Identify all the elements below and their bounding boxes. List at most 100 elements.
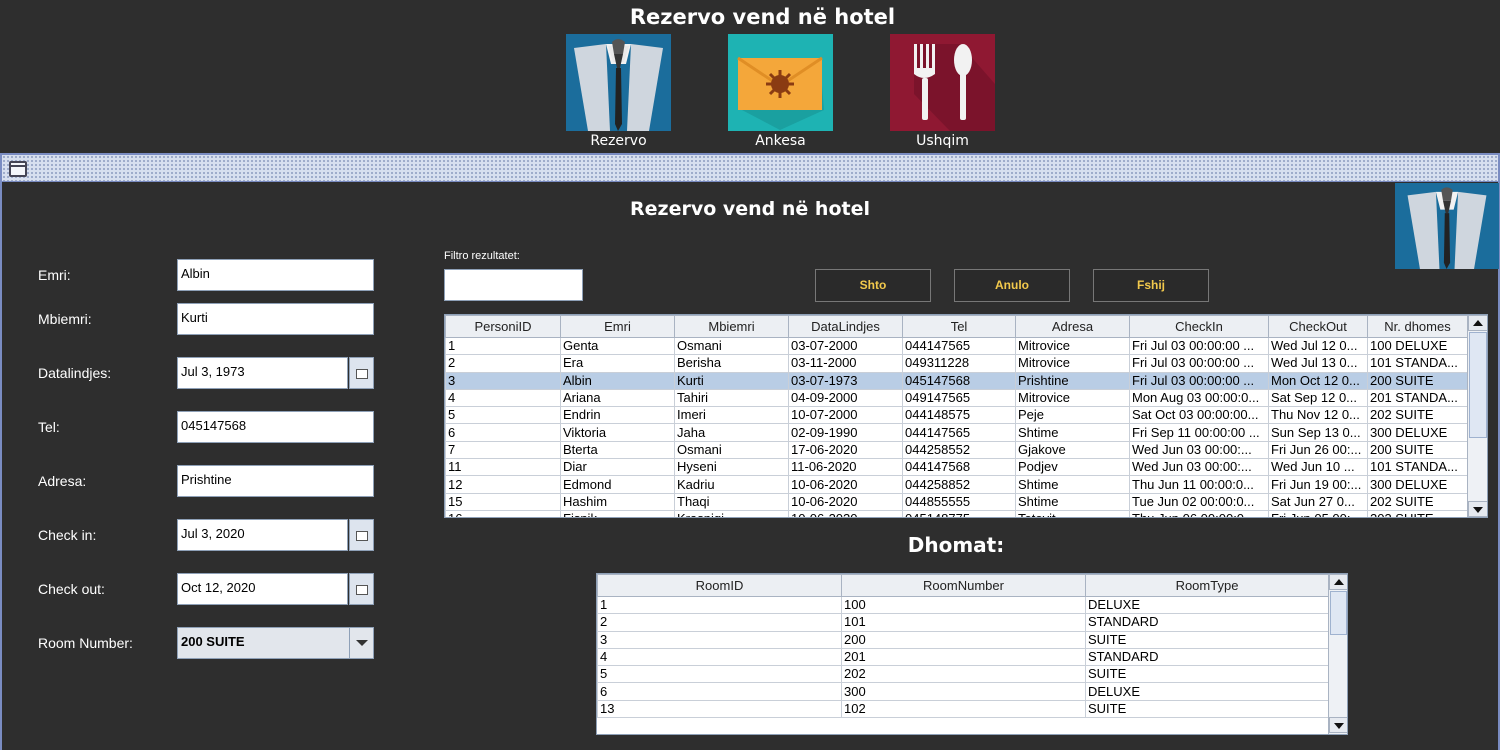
checkout-field[interactable]: Oct 12, 2020 xyxy=(177,573,348,605)
column-header[interactable]: PersoniID xyxy=(445,315,561,338)
table-row[interactable]: 12 Edmond Kadriu 10-06-2020 044258852 Shtime T… xyxy=(445,475,1468,494)
column-header[interactable]: Emri xyxy=(560,315,675,338)
table-cell: Tetovit xyxy=(1015,509,1130,517)
table-row[interactable]: 1 Genta Osmani 03-07-2000 044147565 Mitrovice… xyxy=(445,336,1468,356)
table-row[interactable]: 5 202 SUITE xyxy=(597,665,1329,684)
ushqim-tile[interactable] xyxy=(890,34,995,131)
table-cell: Mitrovice xyxy=(1015,336,1130,356)
table-row[interactable]: 3 Albin Kurti 03-07-1973 045147568 Prishtine F… xyxy=(445,371,1468,390)
scroll-thumb[interactable] xyxy=(1330,591,1347,635)
table-cell: 2 xyxy=(445,354,561,373)
table-cell: 10-07-2000 xyxy=(788,406,903,425)
table-cell: Fri Sep 11 00:00:00 ... xyxy=(1129,423,1269,442)
table-row[interactable]: 7 Bterta Osmani 17-06-2020 044258552 Gjakove W… xyxy=(445,440,1468,460)
table-row[interactable]: 15 Hashim Thaqi 10-06-2020 044855555 Shtime Tu… xyxy=(445,492,1468,511)
table-row[interactable]: 6 Viktoria Jaha 02-09-1990 044147565 Shtime Fr… xyxy=(445,423,1468,442)
column-header[interactable]: DataLindjes xyxy=(788,315,903,338)
column-header[interactable]: RoomID xyxy=(597,574,842,597)
table-row[interactable]: 11 Diar Hyseni 11-06-2020 044147568 Podjev Wed… xyxy=(445,458,1468,477)
table-cell: Shtime xyxy=(1015,492,1130,511)
column-header[interactable]: Adresa xyxy=(1015,315,1130,338)
column-header[interactable]: Nr. dhomes xyxy=(1367,315,1468,338)
table-row[interactable]: 16FisnikKrasniqi10-06-2020045148775Tetov… xyxy=(445,509,1468,517)
table-cell: Podjev xyxy=(1015,458,1130,477)
table-cell: 04-09-2000 xyxy=(788,388,903,408)
table-row[interactable]: 2 Era Berisha 03-11-2000 049311228 Mitrovice F… xyxy=(445,354,1468,373)
table-cell: 049147565 xyxy=(902,388,1016,408)
table-cell: Fri Jul 03 00:00:00 ... xyxy=(1129,354,1269,373)
table-cell: 11-06-2020 xyxy=(788,458,903,477)
table-row[interactable]: 2 101 STANDARD xyxy=(597,613,1329,632)
shto-button[interactable]: Shto xyxy=(815,269,931,302)
table-cell: 3 xyxy=(597,630,842,649)
table-row[interactable]: 4 201 STANDARD xyxy=(597,647,1329,667)
scroll-down-button[interactable] xyxy=(1468,501,1487,517)
datalindjes-calendar-button[interactable] xyxy=(349,357,374,389)
table-cell: Wed Jul 13 0... xyxy=(1268,354,1368,373)
table-cell: 4 xyxy=(597,647,842,667)
table-cell: 5 xyxy=(597,665,842,684)
column-header[interactable]: Mbiemri xyxy=(674,315,789,338)
guests-scrollbar[interactable] xyxy=(1467,315,1487,517)
table-row[interactable]: 4 Ariana Tahiri 04-09-2000 049147565 Mitrovic… xyxy=(445,388,1468,408)
column-header[interactable]: CheckIn xyxy=(1129,315,1269,338)
table-cell: 03-11-2000 xyxy=(788,354,903,373)
table-cell: Fri Jul 03 00:00:00 ... xyxy=(1129,371,1269,390)
anulo-button[interactable]: Anulo xyxy=(954,269,1070,302)
table-cell: Shtime xyxy=(1015,423,1130,442)
ankesa-tile[interactable] xyxy=(728,34,833,131)
table-cell: 044258552 xyxy=(902,440,1016,460)
table-cell: 300 DELUXE xyxy=(1367,423,1468,442)
column-header[interactable]: RoomNumber xyxy=(841,574,1086,597)
emri-label: Emri: xyxy=(38,267,71,283)
rooms-scrollbar[interactable] xyxy=(1328,574,1347,734)
table-row[interactable]: 5 Endrin Imeri 10-07-2000 044148575 Peje Sat O… xyxy=(445,406,1468,425)
table-cell: Wed Jul 12 0... xyxy=(1268,336,1368,356)
adresa-field[interactable]: Prishtine xyxy=(177,465,374,497)
filter-input[interactable] xyxy=(444,269,583,301)
table-row[interactable]: 1 100 DELUXE xyxy=(597,595,1329,615)
table-row[interactable]: 3 200 SUITE xyxy=(597,630,1329,649)
table-cell: Mon Aug 03 00:00:0... xyxy=(1129,388,1269,408)
column-header[interactable]: RoomType xyxy=(1085,574,1329,597)
table-cell: Edmond xyxy=(560,475,675,494)
frame-titlebar[interactable] xyxy=(2,155,1498,182)
room-number-select[interactable]: 200 SUITE xyxy=(177,627,374,659)
chevron-down-icon[interactable] xyxy=(349,628,373,658)
mbiemri-field[interactable]: Kurti xyxy=(177,303,374,335)
table-cell: Viktoria xyxy=(560,423,675,442)
emri-field[interactable]: Albin xyxy=(177,259,374,291)
table-cell: 02-09-1990 xyxy=(788,423,903,442)
table-cell: Tahiri xyxy=(674,388,789,408)
rezervo-tile[interactable] xyxy=(566,34,671,131)
table-cell: STANDARD xyxy=(1085,613,1329,632)
datalindjes-field[interactable]: Jul 3, 1973 xyxy=(177,357,348,389)
checkout-calendar-button[interactable] xyxy=(349,573,374,605)
mbiemri-label: Mbiemri: xyxy=(38,311,92,327)
table-cell: Fri Jun 05 00:... xyxy=(1268,509,1368,517)
column-header[interactable]: Tel xyxy=(902,315,1016,338)
table-cell: Mitrovice xyxy=(1015,354,1130,373)
column-header[interactable]: CheckOut xyxy=(1268,315,1368,338)
scroll-up-button[interactable] xyxy=(1468,315,1487,331)
rooms-table: RoomID RoomNumber RoomType 1 100 DELUXE 2 101 S… xyxy=(596,573,1348,735)
scroll-thumb[interactable] xyxy=(1469,332,1487,438)
adresa-label: Adresa: xyxy=(38,473,87,489)
fshij-button[interactable]: Fshij xyxy=(1093,269,1209,302)
table-cell: Wed Jun 10 ... xyxy=(1268,458,1368,477)
table-row[interactable]: 6 300 DELUXE xyxy=(597,682,1329,701)
rooms-title: Dhomat: xyxy=(907,533,1005,557)
table-cell: Prishtine xyxy=(1015,371,1130,390)
table-cell: 12 xyxy=(445,475,561,494)
table-cell: 17-06-2020 xyxy=(788,440,903,460)
guests-table: PersoniID Emri Mbiemri DataLindjes Tel Adresa… xyxy=(444,314,1488,518)
scroll-down-button[interactable] xyxy=(1329,717,1347,733)
table-row[interactable]: 13 102 SUITE xyxy=(597,699,1329,719)
table-cell: Fri Jul 03 00:00:00 ... xyxy=(1129,336,1269,356)
tel-field[interactable]: 045147568 xyxy=(177,411,374,443)
window-icon[interactable] xyxy=(9,161,27,177)
table-cell: 044147565 xyxy=(902,423,1016,442)
table-cell: 2 xyxy=(597,613,842,632)
scroll-up-button[interactable] xyxy=(1329,574,1347,590)
table-cell: STANDARD xyxy=(1085,647,1329,667)
